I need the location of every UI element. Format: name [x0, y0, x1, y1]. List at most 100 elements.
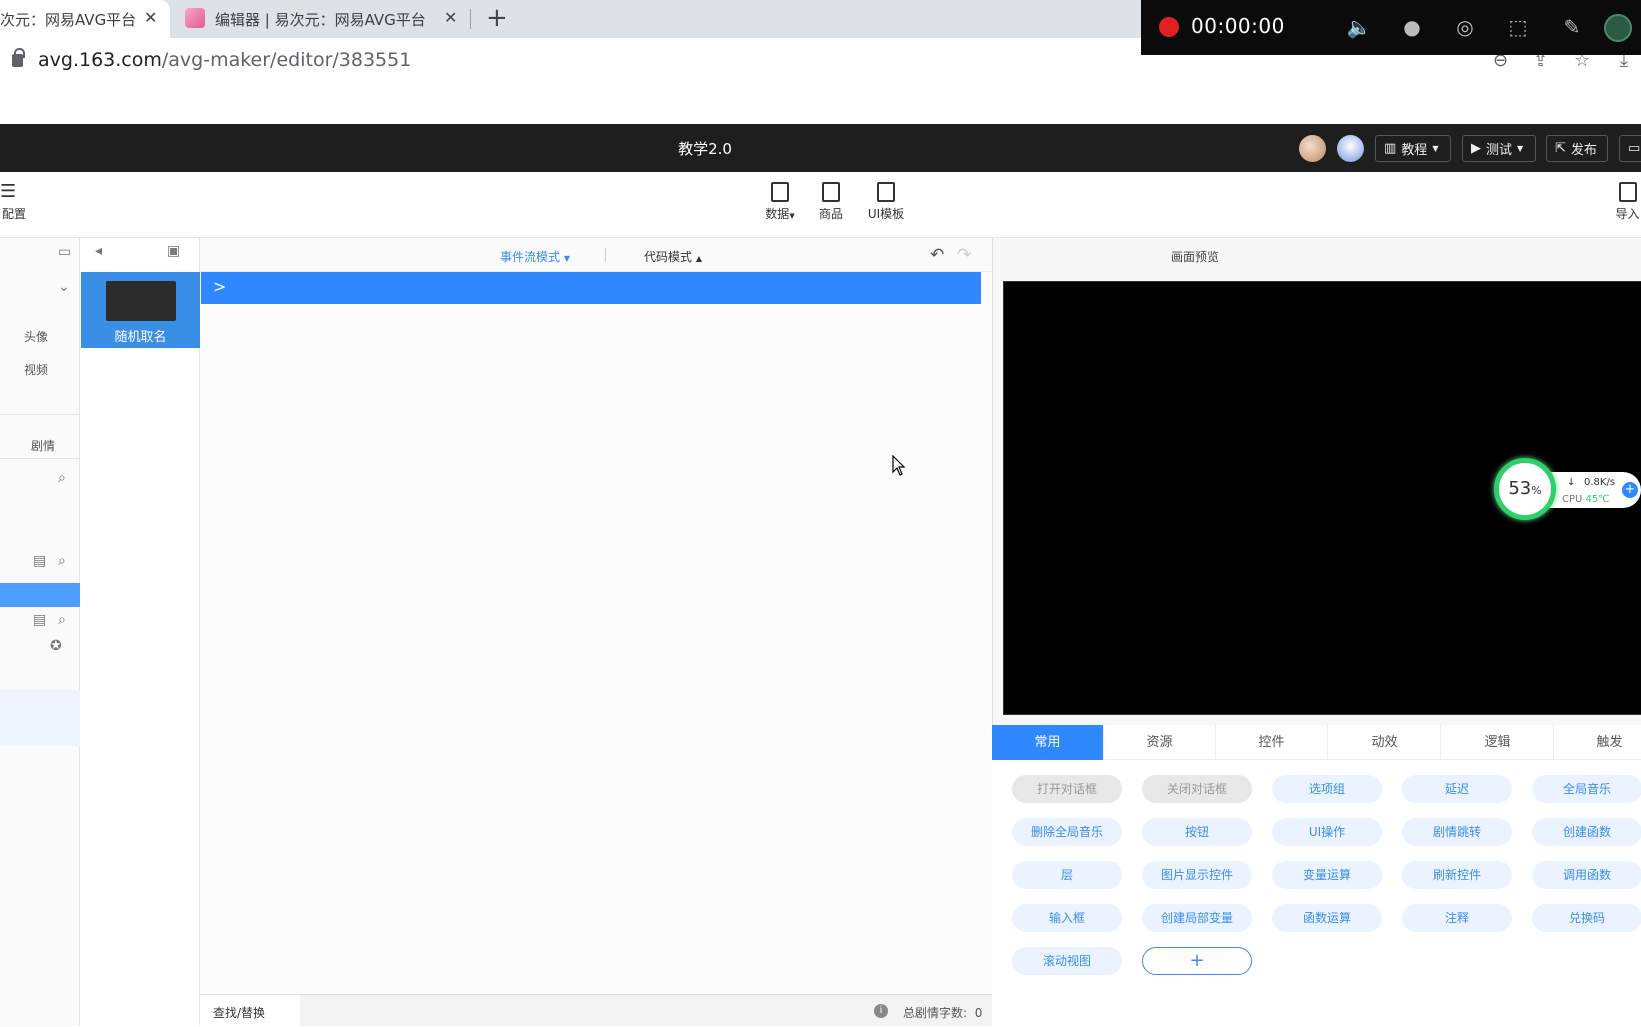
command-open-dialog[interactable]: 打开对话框	[1012, 775, 1122, 803]
event-row[interactable]: >	[201, 272, 981, 304]
command-global-music[interactable]: 全局音乐	[1532, 775, 1641, 803]
scene-name: 随机取名	[114, 330, 167, 345]
network-speed: ↓ 0.8K/s	[1567, 477, 1615, 488]
category-story[interactable]: 剧情	[31, 437, 55, 454]
template-icon	[877, 182, 895, 202]
tab-resources[interactable]: 资源	[1104, 725, 1216, 760]
more-button[interactable]: ▭	[1619, 135, 1641, 162]
list-item[interactable]	[0, 690, 80, 746]
cpu-label: CPU 45℃	[1562, 494, 1610, 505]
collapse-icon[interactable]: ◂	[95, 243, 102, 259]
lock-icon	[12, 48, 25, 67]
command-redeem-code[interactable]: 兑换码	[1532, 904, 1641, 932]
ui-template-label: UI模板	[867, 207, 905, 221]
chevron-down-icon: ▼	[563, 254, 570, 263]
publish-button[interactable]: ⇱ 发布	[1546, 135, 1608, 162]
command-option-group[interactable]: 选项组	[1272, 775, 1382, 803]
cpu-percent: 53	[1508, 478, 1532, 499]
tab-controls[interactable]: 控件	[1216, 725, 1328, 760]
undo-icon[interactable]: ↶	[930, 245, 944, 265]
command-delete-global-music[interactable]: 删除全局音乐	[1012, 818, 1122, 846]
redo-icon[interactable]: ↷	[957, 245, 971, 265]
info-icon[interactable]: i	[874, 1004, 888, 1018]
command-ui-operation[interactable]: UI操作	[1272, 818, 1382, 846]
chart-icon	[771, 182, 789, 202]
tab-event-flow-mode[interactable]: 事件流模式 ▼	[500, 248, 570, 265]
test-button[interactable]: ▶ 测试 ▼	[1462, 135, 1536, 162]
search-icon[interactable]: ⌕	[58, 612, 66, 628]
preview-title: 画面预览	[1170, 250, 1219, 264]
command-story-jump[interactable]: 剧情跳转	[1402, 818, 1512, 846]
scene-card[interactable]: 随机取名	[81, 272, 200, 348]
plus-icon[interactable]: +	[1622, 482, 1638, 498]
tab-common[interactable]: 常用	[992, 725, 1104, 760]
resource-sidebar: ▭ ⌄ 头像 视频 剧情 ⌕ ▤ ⌕ ▤ ⌕ ✪	[0, 238, 80, 1026]
divider	[0, 414, 80, 415]
search-icon[interactable]: ⌕	[58, 553, 66, 569]
command-create-local-variable[interactable]: 创建局部变量	[1142, 904, 1252, 932]
menu-icon: ☰	[0, 181, 17, 202]
import-button[interactable]: 导入	[1614, 182, 1641, 222]
find-replace-button[interactable]: 查找/替换	[200, 995, 300, 1027]
category-video[interactable]: 视频	[24, 361, 48, 378]
cpu-label-text: CPU	[1562, 494, 1583, 505]
add-file-icon[interactable]: ▤	[33, 612, 46, 628]
import-label: 导入	[1615, 207, 1640, 221]
gear-icon[interactable]: ✪	[50, 638, 62, 654]
new-tab-button[interactable]: +	[486, 3, 508, 33]
crop-icon[interactable]: ⬚	[1505, 14, 1531, 40]
tab-effects[interactable]: 动效	[1329, 725, 1441, 760]
category-avatar[interactable]: 头像	[24, 328, 48, 345]
command-button[interactable]: 按钮	[1142, 818, 1252, 846]
browser-tab-1[interactable]: 次元：网易AVG平台 ✕	[0, 0, 170, 38]
record-icon[interactable]	[1159, 17, 1179, 37]
command-delay[interactable]: 延迟	[1402, 775, 1512, 803]
tab-triggers[interactable]: 触发	[1554, 725, 1641, 760]
config-button[interactable]: ☰ 配置	[0, 182, 28, 222]
webcam-icon[interactable]	[1604, 14, 1632, 42]
word-count-label: 总剧情字数:	[903, 1006, 968, 1020]
avatar[interactable]	[1337, 135, 1364, 162]
command-variable-operation[interactable]: 变量运算	[1272, 861, 1382, 889]
close-icon[interactable]: ✕	[144, 8, 157, 27]
command-create-function[interactable]: 创建函数	[1532, 818, 1641, 846]
cpu-monitor-widget[interactable]: 53% ↓ 0.8K/s CPU 45℃ +	[1494, 458, 1641, 522]
command-input-box[interactable]: 输入框	[1012, 904, 1122, 932]
command-refresh-control[interactable]: 刷新控件	[1402, 861, 1512, 889]
event-flow-mode-label: 事件流模式	[500, 250, 561, 264]
pen-icon[interactable]: ✎	[1559, 14, 1585, 40]
command-layer[interactable]: 层	[1012, 861, 1122, 889]
avatar[interactable]	[1299, 135, 1326, 162]
add-scene-icon[interactable]: ▣	[167, 243, 180, 259]
microphone-icon[interactable]: ●	[1399, 14, 1425, 40]
expand-chevron-icon[interactable]: >	[213, 277, 226, 296]
command-scroll-view[interactable]: 滚动视图	[1012, 947, 1122, 975]
close-icon[interactable]: ✕	[444, 8, 457, 27]
command-image-display[interactable]: 图片显示控件	[1142, 861, 1252, 889]
command-tabs: 常用 资源 控件 动效 逻辑 触发	[992, 725, 1641, 760]
browser-tab-2[interactable]: 编辑器 | 易次元：网易AVG平台 ✕	[176, 0, 466, 38]
add-file-icon[interactable]: ▤	[33, 553, 46, 569]
add-command-button[interactable]: +	[1142, 947, 1252, 975]
command-function-operation[interactable]: 函数运算	[1272, 904, 1382, 932]
tab-code-mode[interactable]: 代码模式 ▲	[644, 248, 702, 265]
ui-template-button[interactable]: UI模板	[866, 182, 906, 222]
selected-list-item[interactable]	[0, 583, 80, 607]
test-label: 测试	[1486, 143, 1513, 158]
url-text[interactable]: avg.163.com/avg-maker/editor/383551	[38, 49, 411, 71]
chevron-down-icon[interactable]: ⌄	[58, 279, 70, 295]
url-host: avg.163.com	[38, 49, 162, 71]
command-close-dialog[interactable]: 关闭对话框	[1142, 775, 1252, 803]
tutorial-button[interactable]: ▥ 教程 ▼	[1375, 135, 1451, 162]
command-comment[interactable]: 注释	[1402, 904, 1512, 932]
data-button[interactable]: 数据▼	[762, 182, 798, 222]
camera-icon[interactable]: ◎	[1452, 14, 1478, 40]
speaker-icon[interactable]: 🔈	[1346, 14, 1372, 40]
command-call-function[interactable]: 调用函数	[1532, 861, 1641, 889]
folder-icon[interactable]: ▭	[58, 244, 71, 260]
scene-thumbnail	[106, 281, 176, 321]
goods-button[interactable]: 商品	[817, 182, 845, 222]
tab-logic[interactable]: 逻辑	[1442, 725, 1554, 760]
search-icon[interactable]: ⌕	[58, 470, 66, 486]
chevron-down-icon: ▼	[1432, 144, 1439, 153]
